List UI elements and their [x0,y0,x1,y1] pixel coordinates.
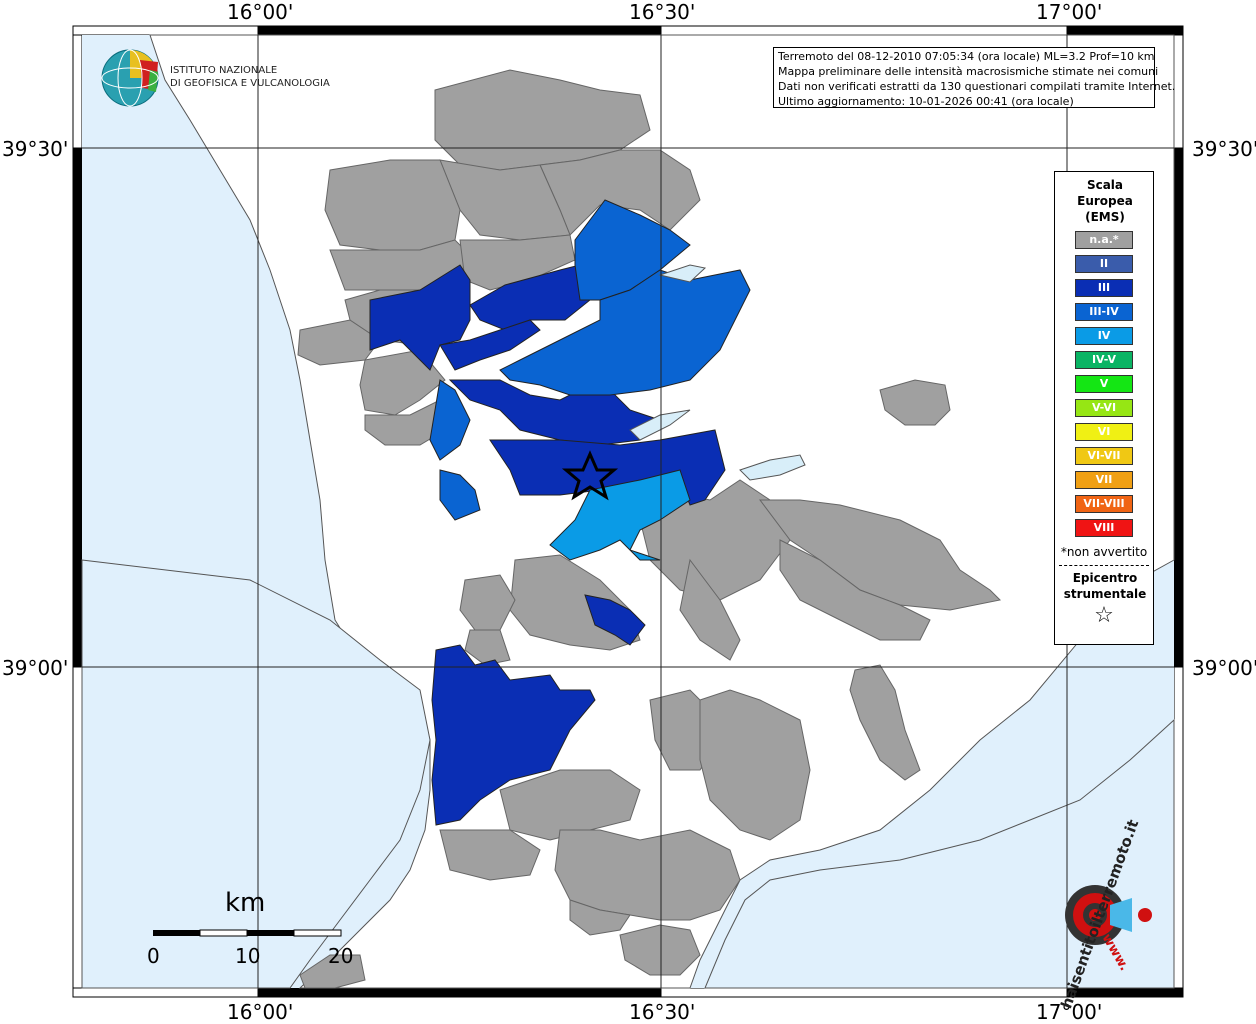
legend-separator [1059,565,1149,566]
legend-item: V-VI [1075,399,1133,417]
right-lat-3930: 39°30' [1192,137,1256,161]
top-lon-1600: 16°00' [227,0,294,24]
legend-item: II [1075,255,1133,273]
scale-unit: km [225,888,266,918]
scale-label-20: 20 [328,944,354,968]
legend-item: VIII [1075,519,1133,537]
bottom-lon-1600: 16°00' [227,1000,294,1024]
legend-item: VI-VII [1075,447,1133,465]
legend-item: IV [1075,327,1133,345]
legend-item: VII-VIII [1075,495,1133,513]
event-info-box: Terremoto del 08-12-2010 07:05:34 (ora l… [773,47,1176,108]
ingv-logo-globe [101,49,159,107]
scale-label-0: 0 [147,944,160,968]
legend-item: VI [1075,423,1133,441]
ingv-logo-text: ISTITUTO NAZIONALE DI GEOFISICA E VULCAN… [170,64,330,90]
right-lat-3900: 39°00' [1192,656,1256,680]
legend-item: III-IV [1075,303,1133,321]
legend-epicenter-label: Epicentro strumentale [1063,571,1147,601]
legend-item: V [1075,375,1133,393]
legend-epicenter-star-icon: ☆ [1094,603,1114,628]
top-lon-1700: 17°00' [1036,0,1103,24]
legend-item: IV-V [1075,351,1133,369]
event-info-line-2: Mappa preliminare delle intensità macros… [778,65,1159,78]
event-info-line-3: Dati non verificati estratti da 130 ques… [778,80,1176,93]
legend-item: VII [1075,471,1133,489]
event-info-line-1: Terremoto del 08-12-2010 07:05:34 (ora l… [778,50,1155,63]
legend-title: Scala Europea (EMS) [1077,178,1133,224]
bottom-lon-1630: 16°30' [629,1000,696,1024]
scale-label-10: 10 [235,944,261,968]
legend-note: *non avvertito [1060,545,1148,559]
top-lon-1630: 16°30' [629,0,696,24]
legend-item: n.a.* [1075,231,1133,249]
legend-item: III [1075,279,1133,297]
legend-items: n.a.* II III III-IV IV IV-V V V-VI VI VI-VII VII VI… [1055,231,1153,537]
event-info-line-4: Ultimo aggiornamento: 10-01-2026 00:41 (… [778,95,1074,108]
institute-line-2: DI GEOFISICA E VULCANOLOGIA [170,78,330,89]
left-lat-3930: 39°30' [2,137,69,161]
left-lat-3900: 39°00' [2,656,69,680]
ems-legend: Scala Europea (EMS) n.a.* II III III-IV IV IV… [1054,171,1154,645]
institute-line-1: ISTITUTO NAZIONALE [170,65,278,76]
scale-bar [153,929,342,937]
